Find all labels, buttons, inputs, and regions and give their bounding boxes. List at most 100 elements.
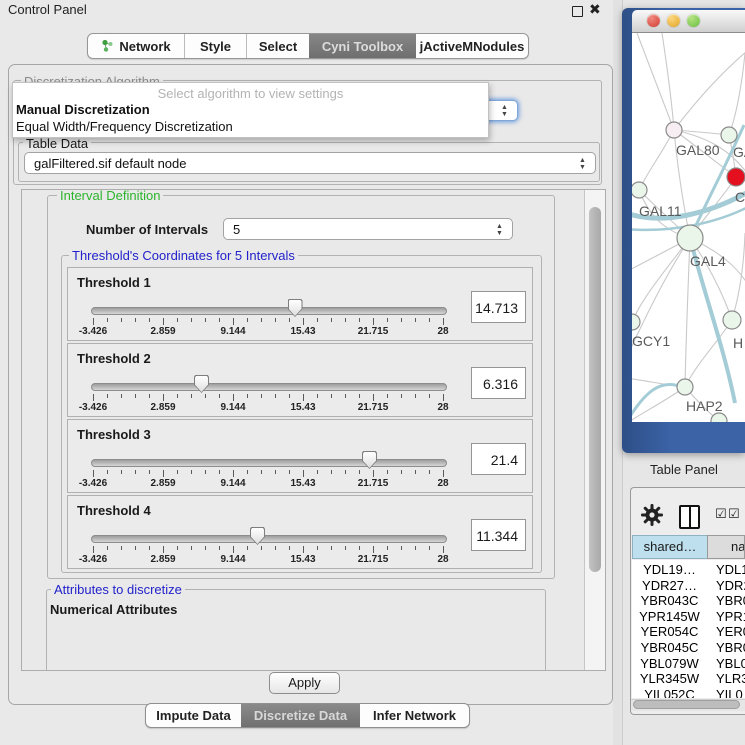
close-icon[interactable]: ✖ — [589, 4, 600, 15]
tab-infer-network[interactable]: Infer Network — [360, 704, 469, 727]
network-edge — [732, 233, 745, 320]
network-node[interactable] — [711, 413, 727, 422]
slider-tick-label: 9.144 — [220, 402, 245, 413]
cell-name[interactable]: YIL0 — [716, 687, 743, 698]
column-header-name[interactable]: name — [707, 535, 745, 559]
popup-item-equal-width[interactable]: Equal Width/Frequency Discretization — [16, 119, 233, 134]
slider-tick-label: 2.859 — [150, 326, 175, 337]
table-row[interactable]: YPR145W YPR1 — [632, 609, 745, 625]
close-light-icon[interactable] — [647, 14, 660, 27]
cell-name[interactable]: YER0 — [716, 624, 745, 639]
slider-tick-label: 28 — [437, 402, 448, 413]
slider-tick — [317, 318, 318, 322]
slider-track[interactable] — [91, 383, 447, 391]
slider-tick — [345, 546, 346, 550]
table-row[interactable]: YBL079W YBL0 — [632, 656, 745, 672]
table-row[interactable]: YBR045C YBR0 — [632, 640, 745, 656]
slider-tick — [135, 470, 136, 474]
network-window-titlebar[interactable] — [632, 10, 745, 33]
tab-network[interactable]: Network — [88, 34, 184, 58]
tab-jactivemnodules[interactable]: jActiveMNodules — [416, 34, 528, 58]
slider-tick — [359, 470, 360, 474]
cell-name[interactable]: YBR0 — [716, 593, 745, 608]
float-window-icon[interactable] — [572, 6, 583, 17]
network-node-hap2[interactable] — [677, 379, 693, 395]
cell-name[interactable]: YDL1 — [716, 562, 745, 577]
slider-tick — [303, 394, 304, 401]
threshold-value-field[interactable]: 11.344 — [471, 519, 526, 551]
gear-icon[interactable] — [641, 503, 663, 527]
threshold-value-field[interactable]: 21.4 — [471, 443, 526, 475]
cell-name[interactable]: YPR1 — [716, 609, 745, 624]
cell-name[interactable]: YBR0 — [716, 640, 745, 655]
table-row[interactable]: YDL19… YDL1 — [632, 562, 745, 578]
table-row[interactable]: YDR27… YDR2 — [632, 578, 745, 594]
slider-tick — [359, 394, 360, 398]
network-node-gcy1[interactable] — [632, 314, 640, 330]
number-of-intervals-combobox[interactable]: 5 ▲▼ — [223, 218, 513, 240]
panel-scrollbar-track[interactable] — [584, 190, 605, 670]
network-node-gal4[interactable] — [677, 225, 703, 251]
network-node-c[interactable] — [727, 168, 745, 186]
table-data-combobox[interactable]: galFiltered.sif default node ▲▼ — [24, 152, 596, 174]
cell-shared-name[interactable]: YDL19… — [632, 562, 707, 577]
network-node-label: C — [735, 189, 745, 205]
slider-tick — [289, 318, 290, 322]
slider-tick — [107, 318, 108, 322]
slider-tick — [289, 546, 290, 550]
zoom-light-icon[interactable] — [687, 14, 700, 27]
cell-shared-name[interactable]: YLR345W — [632, 671, 707, 686]
cyni-toolbox-page: Discretization Algorithm ▲▼ Table Data g… — [8, 64, 613, 705]
tab-discretize-data[interactable]: Discretize Data — [241, 704, 360, 727]
network-node-gal80[interactable] — [666, 122, 682, 138]
slider-tick — [191, 546, 192, 550]
network-canvas[interactable]: GAL80GACGAL11GAL4GCY1HHAP2 — [632, 33, 745, 422]
slider-tick — [121, 470, 122, 474]
network-node-gal11[interactable] — [632, 182, 647, 198]
top-tab-bar: NetworkStyleSelectCyni ToolboxjActiveMNo… — [87, 33, 529, 59]
panel-scrollbar-thumb[interactable] — [589, 207, 601, 572]
network-node-h[interactable] — [723, 311, 741, 329]
cell-shared-name[interactable]: YBR043C — [632, 593, 707, 608]
network-node-label: GAL11 — [639, 203, 682, 219]
checkbox-checked-icon[interactable]: ☑ — [715, 506, 727, 522]
table-row[interactable]: YLR345W YLR3 — [632, 671, 745, 687]
slider-tick — [205, 470, 206, 474]
cell-shared-name[interactable]: YER054C — [632, 624, 707, 639]
cell-shared-name[interactable]: YPR145W — [632, 609, 707, 624]
slider-tick — [429, 546, 430, 550]
tab-cyni-toolbox[interactable]: Cyni Toolbox — [309, 34, 416, 58]
slider-tick — [317, 546, 318, 550]
cell-name[interactable]: YBL0 — [716, 656, 745, 671]
apply-button[interactable]: Apply — [269, 672, 340, 694]
cell-shared-name[interactable]: YBR045C — [632, 640, 707, 655]
slider-track[interactable] — [91, 459, 447, 467]
cell-name[interactable]: YDR2 — [716, 578, 745, 593]
slider-tick — [275, 470, 276, 474]
slider-tick — [331, 546, 332, 550]
slider-tick — [177, 546, 178, 550]
table-row[interactable]: YER054C YER0 — [632, 624, 745, 640]
cell-shared-name[interactable]: YBL079W — [632, 656, 707, 671]
cell-shared-name[interactable]: YIL052C — [632, 687, 707, 698]
slider-tick — [163, 394, 164, 401]
cell-name[interactable]: YLR3 — [716, 671, 745, 686]
slider-tick — [191, 470, 192, 474]
threshold-value-field[interactable]: 14.713 — [471, 291, 526, 323]
split-columns-icon[interactable] — [679, 505, 700, 529]
slider-track[interactable] — [91, 307, 447, 315]
table-row[interactable]: YBR043C YBR0 — [632, 593, 745, 609]
tab-style[interactable]: Style — [184, 34, 246, 58]
threshold-value-field[interactable]: 6.316 — [471, 367, 526, 399]
tab-select[interactable]: Select — [246, 34, 309, 58]
network-node-ga[interactable] — [721, 127, 737, 143]
popup-item-manual-discretization[interactable]: Manual Discretization — [16, 102, 150, 117]
table-hscrollbar-thumb[interactable] — [633, 700, 740, 709]
cell-shared-name[interactable]: YDR27… — [632, 578, 707, 593]
tab-impute-data[interactable]: Impute Data — [146, 704, 241, 727]
checkbox-checked-icon[interactable]: ☑ — [728, 506, 740, 522]
column-header-shared[interactable]: shared… — [632, 535, 708, 559]
slider-track[interactable] — [91, 535, 447, 543]
minimize-light-icon[interactable] — [667, 14, 680, 27]
table-row[interactable]: YIL052C YIL0 — [632, 687, 745, 698]
